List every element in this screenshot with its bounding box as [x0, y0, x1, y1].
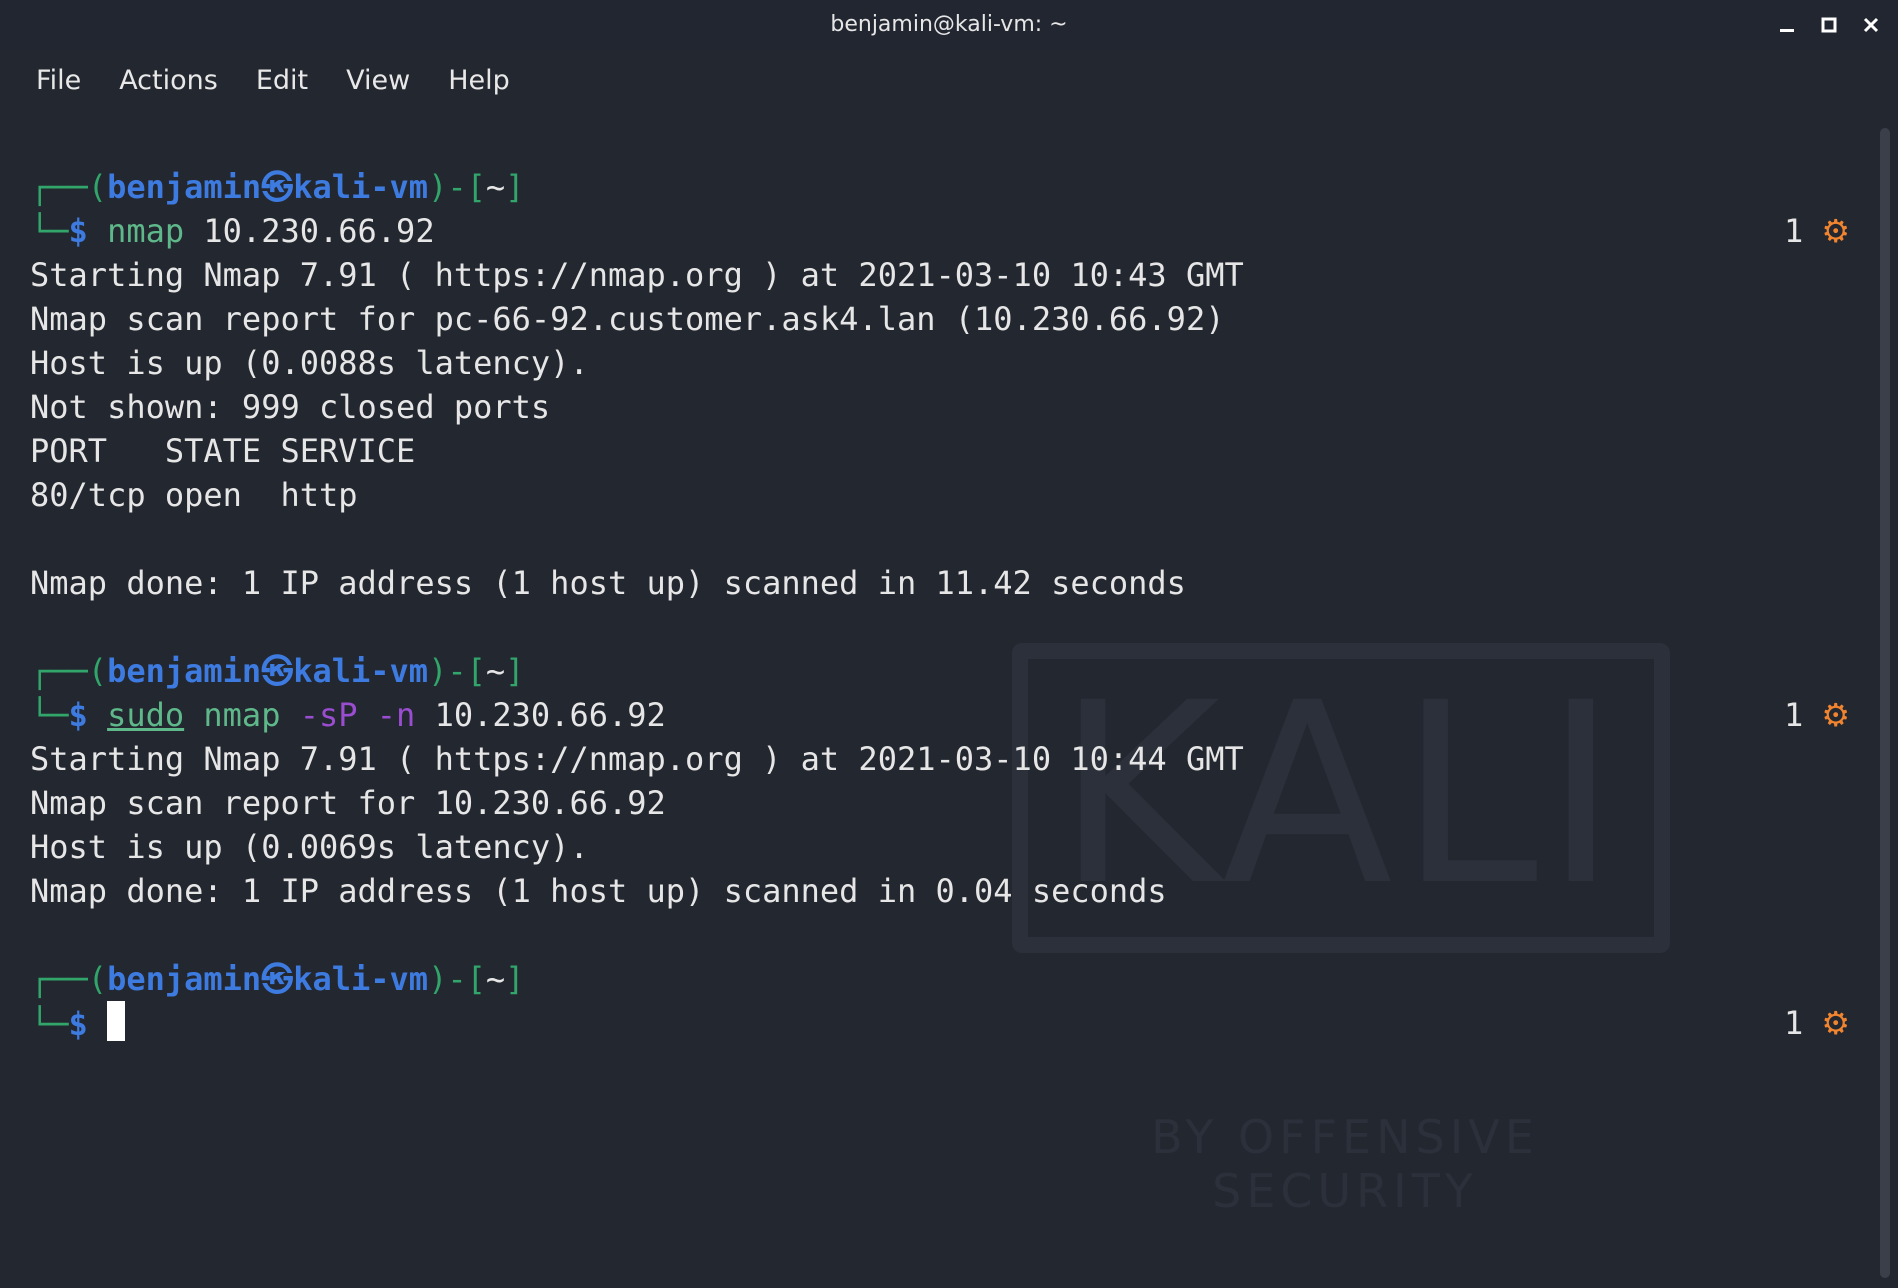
prompt-frame: └─: [30, 212, 69, 250]
prompt-at-symbol: ㉿: [261, 168, 294, 206]
kali-logo-subtitle: BY OFFENSIVE SECURITY: [1151, 1110, 1539, 1218]
command-opt: -sP: [280, 696, 358, 734]
scrollbar[interactable]: [1870, 110, 1898, 1288]
prompt-host: kali-vm: [293, 960, 429, 998]
output-line: Host is up (0.0088s latency).: [30, 344, 589, 382]
prompt-at-symbol: ㉿: [261, 960, 294, 998]
menu-view[interactable]: View: [332, 59, 424, 102]
menu-actions[interactable]: Actions: [105, 59, 232, 102]
prompt-frame: ┌──: [30, 960, 88, 998]
output-line: Nmap scan report for pc-66-92.customer.a…: [30, 300, 1225, 338]
prompt-frame: ]: [505, 960, 525, 998]
command-line: └─$ nmap 10.230.66.92 1 ⚙: [30, 209, 1850, 253]
output-line: Starting Nmap 7.91 ( https://nmap.org ) …: [30, 740, 1244, 778]
prompt-dollar: $: [68, 696, 88, 734]
prompt-frame: (: [87, 652, 108, 690]
prompt-header-line: ┌──(benjamin㉿kali-vm)-[~]: [30, 957, 1850, 1001]
command-arg: 10.230.66.92: [184, 212, 435, 250]
gear-icon: ⚙: [1821, 212, 1850, 250]
prompt-frame: )-[: [428, 168, 486, 206]
command-opt: -n: [357, 696, 416, 734]
prompt-user: benjamin: [107, 652, 262, 690]
prompt-frame: (: [87, 960, 108, 998]
menu-edit[interactable]: Edit: [242, 59, 322, 102]
status-count: 1: [1784, 696, 1804, 734]
prompt-dollar: $: [68, 212, 88, 250]
menu-bar: File Actions Edit View Help: [0, 52, 1898, 108]
output-line: Host is up (0.0069s latency).: [30, 828, 589, 866]
prompt-frame: ┌──: [30, 652, 88, 690]
output-line: 80/tcp open http: [30, 476, 358, 514]
gear-icon: ⚙: [1821, 1004, 1850, 1042]
prompt-dollar: $: [68, 1005, 88, 1043]
command-arg: 10.230.66.92: [415, 696, 666, 734]
output-line: Nmap done: 1 IP address (1 host up) scan…: [30, 564, 1186, 602]
status-count: 1: [1784, 1004, 1804, 1042]
prompt-dir: ~: [485, 168, 506, 206]
window-controls: [1766, 8, 1892, 42]
output-line: Nmap done: 1 IP address (1 host up) scan…: [30, 872, 1167, 910]
output-line: Starting Nmap 7.91 ( https://nmap.org ) …: [30, 256, 1244, 294]
status-count: 1: [1784, 212, 1804, 250]
terminal-output: ┌──(benjamin㉿kali-vm)-[~] └─$ nmap 10.230…: [30, 165, 1850, 1045]
prompt-frame: ]: [505, 168, 525, 206]
terminal-window: benjamin@kali-vm: ~ File Actions Edit Vi…: [0, 0, 1898, 1288]
prompt-host: kali-vm: [293, 652, 429, 690]
prompt-dir: ~: [485, 652, 506, 690]
close-icon[interactable]: [1850, 8, 1892, 42]
command-line: └─$ sudo nmap -sP -n 10.230.66.92 1 ⚙: [30, 693, 1850, 737]
output-line: PORT STATE SERVICE: [30, 432, 416, 470]
title-bar[interactable]: benjamin@kali-vm: ~: [0, 0, 1898, 50]
prompt-frame: (: [87, 168, 108, 206]
command-line: └─$ 1 ⚙: [30, 1001, 1850, 1045]
text-cursor[interactable]: [107, 1001, 126, 1041]
prompt-header-line: ┌──(benjamin㉿kali-vm)-[~]: [30, 649, 1850, 693]
prompt-at-symbol: ㉿: [261, 652, 294, 690]
prompt-frame: ]: [505, 652, 525, 690]
prompt-frame: )-[: [428, 960, 486, 998]
exit-status-indicator: 1 ⚙: [1784, 209, 1850, 253]
output-line: Nmap scan report for 10.230.66.92: [30, 784, 666, 822]
gear-icon: ⚙: [1821, 696, 1850, 734]
exit-status-indicator: 1 ⚙: [1784, 693, 1850, 737]
prompt-dir: ~: [485, 960, 506, 998]
scrollbar-thumb[interactable]: [1880, 128, 1890, 1278]
command-cmd: nmap: [107, 212, 185, 250]
prompt-frame: └─: [30, 696, 69, 734]
prompt-frame: └─: [30, 1005, 69, 1043]
command-cmd: nmap: [184, 696, 281, 734]
minimize-icon[interactable]: [1766, 8, 1808, 42]
menu-help[interactable]: Help: [434, 59, 524, 102]
prompt-user: benjamin: [107, 960, 262, 998]
output-line: Not shown: 999 closed ports: [30, 388, 551, 426]
window-title: benjamin@kali-vm: ~: [830, 12, 1068, 37]
maximize-icon[interactable]: [1808, 8, 1850, 42]
command-sudo: sudo: [107, 696, 185, 734]
prompt-frame: )-[: [428, 652, 486, 690]
prompt-host: kali-vm: [293, 168, 429, 206]
prompt-user: benjamin: [107, 168, 262, 206]
terminal-area[interactable]: KALI BY OFFENSIVE SECURITY ┌──(benjamin㉿…: [0, 110, 1870, 1288]
prompt-frame: ┌──: [30, 168, 88, 206]
prompt-header-line: ┌──(benjamin㉿kali-vm)-[~]: [30, 165, 1850, 209]
menu-file[interactable]: File: [22, 59, 95, 102]
exit-status-indicator: 1 ⚙: [1784, 1001, 1850, 1045]
